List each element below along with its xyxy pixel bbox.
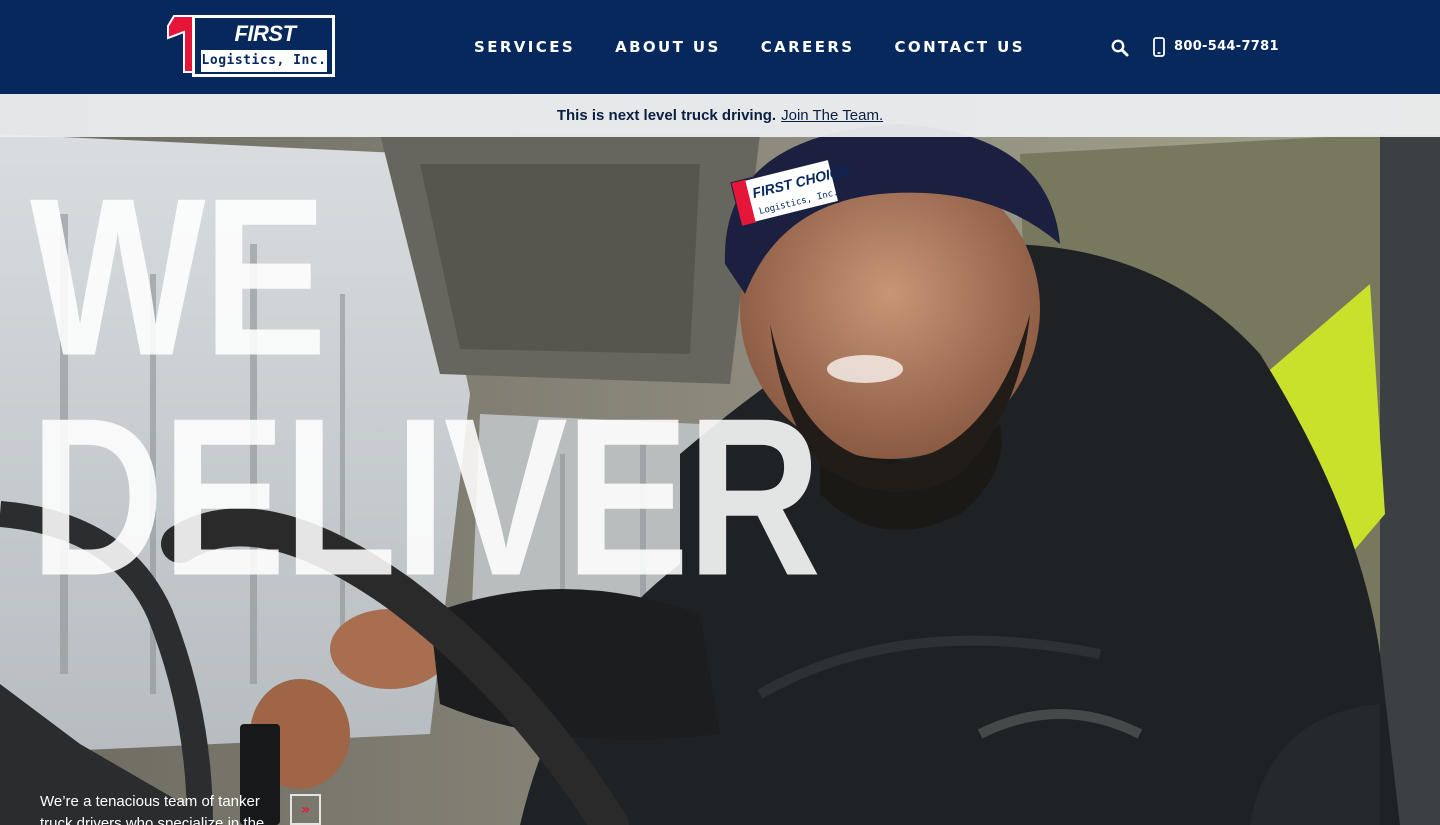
main-nav: SERVICES ABOUT US CAREERS CONTACT US bbox=[474, 34, 1025, 60]
join-team-link[interactable]: Join The Team. bbox=[781, 107, 883, 124]
read-more-button[interactable]: » bbox=[290, 794, 321, 825]
phone-link[interactable]: 800-544-7781 bbox=[1152, 36, 1279, 58]
headline-line-2: DELIVER bbox=[30, 370, 821, 623]
search-button[interactable] bbox=[1110, 38, 1130, 58]
search-icon bbox=[1111, 39, 1129, 57]
headline-line-1: WE bbox=[30, 150, 327, 403]
announcement-bar: This is next level truck driving. Join T… bbox=[0, 94, 1440, 137]
site-header: FIRST CHOICE Logistics, Inc. SERVICES AB… bbox=[0, 0, 1440, 94]
logo-wordmark: FIRST CHOICE Logistics, Inc. bbox=[192, 15, 335, 77]
nav-services[interactable]: SERVICES bbox=[474, 34, 575, 60]
nav-about-us[interactable]: ABOUT US bbox=[615, 34, 721, 60]
phone-icon bbox=[1153, 37, 1165, 57]
nav-contact-us[interactable]: CONTACT US bbox=[895, 34, 1025, 60]
nav-careers[interactable]: CAREERS bbox=[761, 34, 855, 60]
logo-name-bottom: Logistics, Inc. bbox=[201, 50, 327, 72]
intro-text: We’re a tenacious team of tanker truck d… bbox=[40, 793, 265, 825]
logo[interactable]: FIRST CHOICE Logistics, Inc. bbox=[164, 14, 336, 78]
announcement-text: This is next level truck driving. bbox=[556, 107, 777, 124]
double-chevron-right-icon: » bbox=[300, 801, 311, 818]
hero: FIRST CHOICE Logistics, Inc. This is nex… bbox=[0, 94, 1440, 825]
phone-number: 800-544-7781 bbox=[1174, 39, 1279, 54]
logo-name-top: FIRST CHOICE bbox=[224, 21, 307, 74]
